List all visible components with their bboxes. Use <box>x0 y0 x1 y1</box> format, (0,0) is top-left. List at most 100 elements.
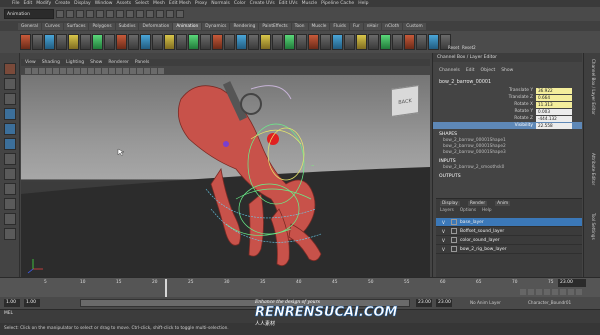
shelf-tab-general[interactable]: General <box>18 22 41 30</box>
constraint-orient-icon[interactable] <box>188 34 199 50</box>
key-scale-icon[interactable] <box>284 34 295 50</box>
shelf-tab-muscle[interactable]: Muscle <box>308 22 330 30</box>
layout-four-icon[interactable] <box>3 198 16 210</box>
sound-icon[interactable] <box>260 34 271 50</box>
layer-row[interactable]: V base_layer <box>436 218 582 227</box>
character-set-icon[interactable] <box>248 34 259 50</box>
shelf-tab-custom[interactable]: Custom <box>403 22 426 30</box>
open-scene-icon[interactable] <box>66 10 74 18</box>
go-to-end-icon[interactable] <box>576 289 582 295</box>
shelf-tab-surfaces[interactable]: Surfaces <box>63 22 89 30</box>
blend-shape-icon[interactable] <box>152 34 163 50</box>
tab-channel-box[interactable]: Channel Box / Layer Editor <box>591 59 596 115</box>
script-1-icon[interactable] <box>332 34 343 50</box>
select-component-icon[interactable] <box>106 10 114 18</box>
move-tool-icon[interactable] <box>3 108 16 120</box>
step-back-key-icon[interactable] <box>528 289 534 295</box>
menu-mesh[interactable]: Mesh <box>153 1 165 6</box>
play-forwards-icon[interactable] <box>552 289 558 295</box>
trax-editor-icon[interactable] <box>68 34 79 50</box>
layer-checkbox[interactable] <box>451 219 457 225</box>
menu-edit-mesh[interactable]: Edit Mesh <box>169 1 191 6</box>
graph-editor-icon[interactable] <box>44 34 55 50</box>
script-2-icon[interactable] <box>344 34 355 50</box>
go-to-start-icon[interactable] <box>520 289 526 295</box>
input-node[interactable]: bow_2_barrow_2_smoothsk0 <box>433 165 582 171</box>
attr-row[interactable]: Rotate Y 0.003 <box>433 108 582 115</box>
layer-tab-render[interactable]: Render <box>467 200 488 206</box>
lattice-icon[interactable] <box>140 34 151 50</box>
attr-row-selected[interactable]: Visibility 22.558 <box>433 122 582 129</box>
clip-icon[interactable] <box>320 34 331 50</box>
script-4-icon[interactable] <box>368 34 379 50</box>
layout-outliner-icon[interactable] <box>3 213 16 225</box>
shelf-tab-fur[interactable]: Fur <box>349 22 363 30</box>
constraint-point-icon[interactable] <box>164 34 175 50</box>
layout-graph-icon[interactable] <box>3 228 16 240</box>
rotate-tool-icon[interactable] <box>3 123 16 135</box>
attr-row[interactable]: Rotate X 11.313 <box>433 101 582 108</box>
dope-sheet-icon[interactable] <box>56 34 67 50</box>
manipulator-icon[interactable] <box>3 153 16 165</box>
shelf-tab-polygons[interactable]: Polygons <box>89 22 115 30</box>
attr-row[interactable]: Rotate Z -444.132 <box>433 115 582 122</box>
shape-node[interactable]: bow_2_barrow_00001Shape3 <box>433 150 582 156</box>
menu-select[interactable]: Select <box>135 1 149 6</box>
pose-icon[interactable] <box>308 34 319 50</box>
current-frame-field[interactable]: 23.00 <box>558 279 586 287</box>
time-slider[interactable]: 5 10 15 20 25 30 35 40 45 50 55 60 65 70… <box>0 277 600 297</box>
snap-grid-icon[interactable] <box>116 10 124 18</box>
menu-edit-uvs[interactable]: Edit UVs <box>279 1 298 6</box>
layer-checkbox[interactable] <box>451 228 457 234</box>
channel-box-title[interactable]: Channel Box / Layer Editor <box>437 55 497 60</box>
viewcube[interactable]: BACK <box>391 85 419 117</box>
layer-visibility-toggle[interactable]: V <box>442 229 448 234</box>
ghost-icon[interactable] <box>224 34 235 50</box>
step-back-icon[interactable] <box>536 289 542 295</box>
layout-single-icon[interactable] <box>3 183 16 195</box>
layer-row[interactable]: V Boffset_sound_layer <box>436 227 582 236</box>
cb-menu-channels[interactable]: Channels <box>439 68 460 76</box>
layer-visibility-toggle[interactable]: V <box>442 220 448 225</box>
menu-modify[interactable]: Modify <box>36 1 51 6</box>
key-translate-icon[interactable] <box>32 34 43 50</box>
constraint-aim-icon[interactable] <box>176 34 187 50</box>
character-set-dropdown[interactable]: Character_Boundr01 <box>528 300 571 305</box>
tab-tool-settings[interactable]: Tool Settings <box>591 213 596 240</box>
shelf-tab-dynamics[interactable]: Dynamics <box>202 22 230 30</box>
menu-window[interactable]: Window <box>95 1 113 6</box>
layer-menu-options[interactable]: Options <box>460 207 476 214</box>
attr-value-field[interactable]: 36.922 <box>536 87 572 94</box>
menu-normals[interactable]: Normals <box>211 1 230 6</box>
layer-tab-display[interactable]: Display <box>440 200 460 206</box>
menu-assets[interactable]: Assets <box>116 1 131 6</box>
shelf-tab-fluids[interactable]: Fluids <box>330 22 349 30</box>
attr-row[interactable]: Translate Z 0.664 <box>433 94 582 101</box>
layer-checkbox[interactable] <box>451 237 457 243</box>
shelf-tab-ncloth[interactable]: nCloth <box>382 22 403 30</box>
attr-value-field[interactable]: 11.313 <box>536 101 572 108</box>
script-5-icon[interactable] <box>380 34 391 50</box>
shelf-tab-animation[interactable]: Animation <box>173 22 202 30</box>
cb-menu-show[interactable]: Show <box>501 68 513 76</box>
select-object-icon[interactable] <box>96 10 104 18</box>
motion-trail-icon[interactable] <box>80 34 91 50</box>
bake-icon[interactable] <box>236 34 247 50</box>
step-forward-icon[interactable] <box>560 289 566 295</box>
skin-bind-icon[interactable] <box>116 34 127 50</box>
attr-value-field[interactable]: 0.003 <box>536 108 572 115</box>
new-scene-icon[interactable] <box>56 10 64 18</box>
playblast-icon[interactable] <box>212 34 223 50</box>
set-key-icon[interactable] <box>20 34 31 50</box>
lasso-tool-icon[interactable] <box>3 78 16 90</box>
cluster-icon[interactable] <box>128 34 139 50</box>
render-settings-icon[interactable] <box>176 10 184 18</box>
render-icon[interactable] <box>156 10 164 18</box>
shelf-tab-toon[interactable]: Toon <box>291 22 308 30</box>
script-8-icon[interactable] <box>416 34 427 50</box>
scale-tool-icon[interactable] <box>3 138 16 150</box>
history-icon[interactable] <box>146 10 154 18</box>
attr-value-field[interactable]: 0.664 <box>536 94 572 101</box>
joint-tool-icon[interactable] <box>104 34 115 50</box>
ipr-render-icon[interactable] <box>166 10 174 18</box>
